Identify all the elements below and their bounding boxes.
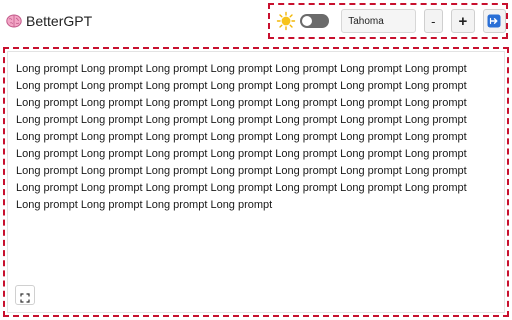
submit-icon bbox=[487, 14, 501, 28]
prompt-editor[interactable]: Long prompt Long prompt Long prompt Long… bbox=[3, 47, 509, 317]
submit-button[interactable] bbox=[482, 9, 506, 33]
toggle-knob bbox=[302, 16, 312, 26]
brain-icon bbox=[6, 14, 22, 28]
increase-font-button[interactable]: + bbox=[451, 9, 475, 33]
toolbar-controls: Tahoma - + bbox=[268, 3, 508, 39]
theme-toggle[interactable] bbox=[300, 14, 330, 28]
decrease-font-button[interactable]: - bbox=[423, 9, 444, 33]
prompt-textarea[interactable]: Long prompt Long prompt Long prompt Long… bbox=[7, 51, 505, 313]
expand-icon bbox=[20, 290, 30, 303]
app-header: BetterGPT Tahoma - + bbox=[0, 0, 512, 42]
sun-icon bbox=[276, 11, 296, 31]
font-family-select[interactable]: Tahoma bbox=[341, 9, 416, 33]
expand-button[interactable] bbox=[15, 285, 35, 305]
app-title: BetterGPT bbox=[26, 13, 93, 29]
brand: BetterGPT bbox=[6, 12, 92, 30]
font-family-value: Tahoma bbox=[348, 15, 384, 27]
prompt-text: Long prompt Long prompt Long prompt Long… bbox=[16, 63, 467, 211]
